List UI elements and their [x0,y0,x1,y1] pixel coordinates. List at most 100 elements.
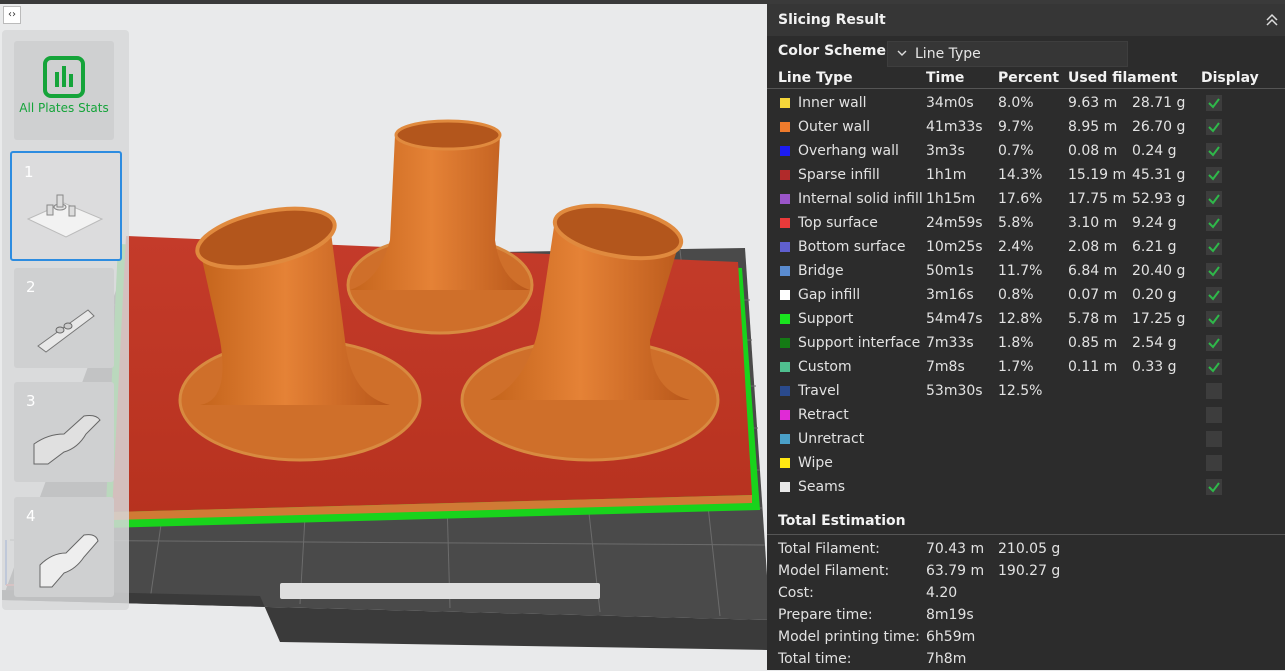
line-type-row: Internal solid infill 1h15m 17.6% 17.75 m 52… [767,188,1285,212]
color-swatch [780,194,790,204]
estimation-value: 8m19s [926,607,974,623]
chevron-down-icon [897,50,907,56]
estimation-label: Prepare time: [778,607,873,623]
time-value: 7m33s [926,335,974,351]
display-checkbox[interactable] [1206,479,1222,495]
filament-length: 8.95 m [1068,119,1118,135]
time-value: 7m8s [926,359,965,375]
estimation-row: Total Filament: 70.43 m 210.05 g [767,539,1285,561]
filament-weight: 0.20 g [1132,287,1177,303]
filament-length: 15.19 m [1068,167,1127,183]
header-display: Display [1201,70,1259,86]
line-type-name: Overhang wall [798,143,899,159]
color-swatch [780,170,790,180]
filament-weight: 20.40 g [1132,263,1186,279]
color-swatch [780,362,790,372]
all-plates-stats-button[interactable]: All Plates Stats [14,41,114,140]
line-type-row: Bottom surface 10m25s 2.4% 2.08 m 6.21 g [767,236,1285,260]
percent-value: 0.7% [998,143,1034,159]
percent-value: 2.4% [998,239,1034,255]
display-checkbox[interactable] [1206,119,1222,135]
display-checkbox[interactable] [1206,431,1222,447]
display-checkbox[interactable] [1206,263,1222,279]
estimation-value-secondary: 210.05 g [998,541,1061,557]
line-type-row: Support 54m47s 12.8% 5.78 m 17.25 g [767,308,1285,332]
display-checkbox[interactable] [1206,95,1222,111]
checkmark-icon [1208,290,1220,301]
line-type-name: Gap infill [798,287,861,303]
display-checkbox[interactable] [1206,167,1222,183]
display-checkbox[interactable] [1206,407,1222,423]
plate-thumbnail-4[interactable]: 4 [14,497,114,597]
display-checkbox[interactable] [1206,335,1222,351]
checkmark-icon [1208,122,1220,133]
estimation-row: Cost: 4.20 [767,583,1285,605]
checkmark-icon [1208,482,1220,493]
filament-weight: 17.25 g [1132,311,1186,327]
filament-weight: 26.70 g [1132,119,1186,135]
estimation-value-secondary: 190.27 g [998,563,1061,579]
line-type-row: Travel 53m30s 12.5% [767,380,1285,404]
checkmark-icon [1208,218,1220,229]
percent-value: 5.8% [998,215,1034,231]
line-type-name: Support interface [798,335,921,351]
header-divider [767,88,1285,89]
filament-weight: 45.31 g [1132,167,1186,183]
line-type-row: Top surface 24m59s 5.8% 3.10 m 9.24 g [767,212,1285,236]
plate-thumbnail-image [37,309,95,353]
display-checkbox[interactable] [1206,143,1222,159]
percent-value: 8.0% [998,95,1034,111]
header-percent: Percent [998,70,1060,86]
filament-weight: 0.24 g [1132,143,1177,159]
display-checkbox[interactable] [1206,239,1222,255]
time-value: 3m16s [926,287,974,303]
percent-value: 17.6% [998,191,1043,207]
estimation-divider [767,534,1285,535]
color-swatch [780,482,790,492]
bar-chart-icon [43,56,85,98]
color-scheme-dropdown[interactable]: Line Type [887,41,1128,67]
time-value: 53m30s [926,383,983,399]
collapse-up-icon[interactable] [1265,13,1279,27]
display-checkbox[interactable] [1206,191,1222,207]
line-type-row: Inner wall 34m0s 8.0% 9.63 m 28.71 g [767,92,1285,116]
display-checkbox[interactable] [1206,215,1222,231]
filament-length: 3.10 m [1068,215,1118,231]
color-swatch [780,458,790,468]
filament-length: 0.07 m [1068,287,1118,303]
display-checkbox[interactable] [1206,287,1222,303]
line-type-name: Travel [798,383,840,399]
line-type-name: Sparse infill [798,167,880,183]
color-swatch [780,290,790,300]
color-swatch [780,266,790,276]
line-type-row: Seams [767,476,1285,500]
plate-thumbnail-3[interactable]: 3 [14,382,114,482]
estimation-row: Total time: 7h8m [767,649,1285,671]
plate-thumbnail-image [39,534,99,588]
line-type-row: Bridge 50m1s 11.7% 6.84 m 20.40 g [767,260,1285,284]
checkmark-icon [1208,98,1220,109]
filament-length: 0.85 m [1068,335,1118,351]
estimation-value: 63.79 m [926,563,985,579]
display-checkbox[interactable] [1206,359,1222,375]
color-swatch [780,386,790,396]
plate-thumbnail-2[interactable]: 2 [14,268,114,368]
estimation-row: Model Filament: 63.79 m 190.27 g [767,561,1285,583]
plate-thumbnail-1[interactable]: 1 [10,151,122,261]
total-estimation-title: Total Estimation [778,513,906,529]
display-checkbox[interactable] [1206,383,1222,399]
filament-length: 9.63 m [1068,95,1118,111]
line-type-row: Gap infill 3m16s 0.8% 0.07 m 0.20 g [767,284,1285,308]
color-swatch [780,338,790,348]
filament-weight: 28.71 g [1132,95,1186,111]
estimation-label: Total Filament: [778,541,880,557]
display-checkbox[interactable] [1206,311,1222,327]
line-type-row: Wipe [767,452,1285,476]
line-type-row: Support interface 7m33s 1.8% 0.85 m 2.54 g [767,332,1285,356]
display-checkbox[interactable] [1206,455,1222,471]
color-swatch [780,242,790,252]
sidebar-toggle-icon[interactable]: ‹› [3,6,21,24]
line-type-row: Custom 7m8s 1.7% 0.11 m 0.33 g [767,356,1285,380]
color-swatch [780,314,790,324]
color-swatch [780,122,790,132]
